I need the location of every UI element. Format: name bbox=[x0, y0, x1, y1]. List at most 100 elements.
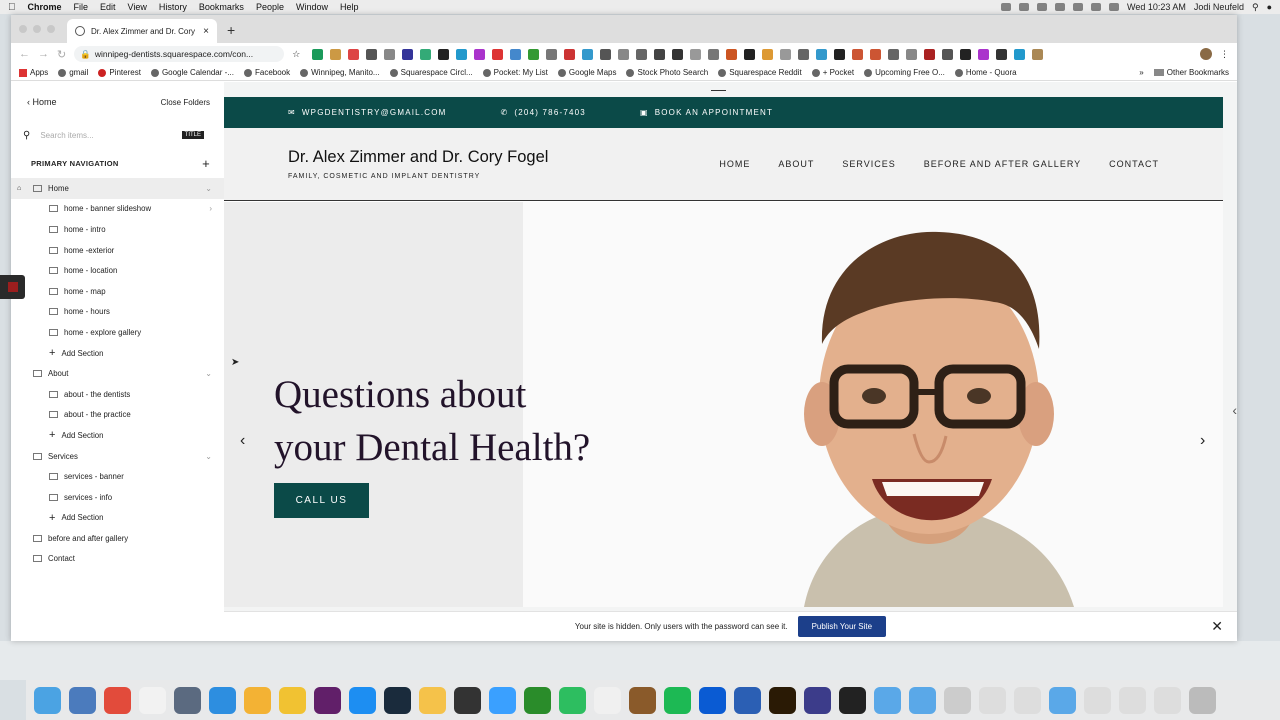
extension-icon[interactable] bbox=[798, 48, 810, 60]
extension-icon[interactable] bbox=[834, 48, 846, 60]
word-dock-icon[interactable] bbox=[734, 686, 761, 714]
extension-icon[interactable] bbox=[996, 48, 1008, 60]
nav-gallery[interactable]: BEFORE AND AFTER GALLERY bbox=[924, 159, 1081, 169]
siri-icon[interactable]: ● bbox=[1267, 2, 1272, 12]
notes-dock-icon[interactable] bbox=[419, 686, 446, 714]
extension-icon[interactable] bbox=[636, 48, 648, 60]
nav-tree-item[interactable]: Contact bbox=[11, 549, 224, 570]
tab-close-icon[interactable]: × bbox=[203, 26, 209, 37]
nav-tree-item[interactable]: before and after gallery bbox=[11, 528, 224, 549]
volume-icon[interactable] bbox=[1109, 3, 1120, 11]
extension-icon[interactable] bbox=[960, 48, 972, 60]
extension-icon[interactable] bbox=[348, 48, 360, 60]
chevron-icon[interactable]: › bbox=[209, 204, 212, 213]
extension-icon[interactable] bbox=[726, 48, 738, 60]
bookmark-winnipeg[interactable]: Winnipeg, Manito... bbox=[300, 68, 380, 77]
back-home-link[interactable]: ‹ Home bbox=[27, 97, 57, 107]
launchpad-dock-icon[interactable] bbox=[174, 686, 201, 714]
menu-bookmarks[interactable]: Bookmarks bbox=[199, 2, 244, 12]
bookmarks-overflow[interactable]: » bbox=[1139, 68, 1143, 77]
add-section-button[interactable]: + Add Section bbox=[11, 508, 224, 529]
folder-dock-icon[interactable] bbox=[909, 686, 936, 714]
extension-icon[interactable] bbox=[924, 48, 936, 60]
help-dock-icon[interactable] bbox=[944, 686, 971, 714]
bookmark-star-icon[interactable]: ☆ bbox=[292, 49, 300, 60]
extension-icon[interactable] bbox=[690, 48, 702, 60]
extension-icon[interactable] bbox=[420, 48, 432, 60]
address-bar[interactable]: 🔒 winnipeg-dentists.squarespace.com/con.… bbox=[74, 46, 285, 62]
call-us-button[interactable]: CALL US bbox=[274, 483, 369, 518]
menu-file[interactable]: File bbox=[74, 2, 89, 12]
extension-icon[interactable] bbox=[672, 48, 684, 60]
nav-tree-item[interactable]: about - the practice bbox=[11, 405, 224, 426]
extension-icon[interactable] bbox=[780, 48, 792, 60]
app-store-dock-icon[interactable] bbox=[349, 686, 376, 714]
nav-services[interactable]: SERVICES bbox=[842, 159, 895, 169]
apple-icon[interactable]:  bbox=[8, 2, 16, 13]
extension-icon[interactable] bbox=[366, 48, 378, 60]
preview-dock-icon[interactable] bbox=[69, 686, 96, 714]
extension-icon[interactable] bbox=[492, 48, 504, 60]
status-tray-icon[interactable] bbox=[1001, 3, 1012, 11]
extension-icon[interactable] bbox=[546, 48, 558, 60]
zoom-window-button[interactable] bbox=[47, 25, 55, 33]
nav-tree-item[interactable]: services - info bbox=[11, 487, 224, 508]
quicktime-dock-icon[interactable] bbox=[384, 686, 411, 714]
other-bookmarks[interactable]: Other Bookmarks bbox=[1153, 68, 1229, 77]
phone-link[interactable]: ✆ (204) 786-7403 bbox=[501, 108, 586, 117]
forward-icon[interactable]: → bbox=[38, 48, 49, 60]
menu-app-name[interactable]: Chrome bbox=[28, 2, 62, 12]
screen-recorder-widget[interactable] bbox=[0, 275, 25, 299]
terminal-dock-icon[interactable] bbox=[839, 686, 866, 714]
pages-dock-icon[interactable] bbox=[594, 686, 621, 714]
norton-dock-icon[interactable] bbox=[279, 686, 306, 714]
nav-contact[interactable]: CONTACT bbox=[1109, 159, 1159, 169]
status-tray-icon[interactable] bbox=[1037, 3, 1048, 11]
nav-tree-item[interactable]: ⌂ Home ⌄ bbox=[11, 178, 224, 199]
chevron-icon[interactable]: ⌄ bbox=[205, 452, 212, 461]
slide-next-arrow[interactable]: › bbox=[1200, 432, 1205, 450]
extension-icon[interactable] bbox=[762, 48, 774, 60]
bookmark-stock-photo[interactable]: Stock Photo Search bbox=[626, 68, 708, 77]
email-link[interactable]: ✉ WPGDENTISTRY@GMAIL.COM bbox=[288, 108, 447, 117]
folder-dock-icon[interactable] bbox=[1049, 686, 1076, 714]
extension-icon[interactable] bbox=[708, 48, 720, 60]
active-tab[interactable]: Dr. Alex Zimmer and Dr. Cory F × bbox=[67, 19, 217, 43]
search-input[interactable]: Search items... bbox=[40, 131, 93, 140]
nav-tree-item[interactable]: home - location bbox=[11, 260, 224, 281]
extension-icon[interactable] bbox=[330, 48, 342, 60]
bookmark-facebook[interactable]: Facebook bbox=[243, 68, 290, 77]
menu-help[interactable]: Help bbox=[340, 2, 359, 12]
close-publish-bar-icon[interactable]: ✕ bbox=[1211, 618, 1223, 635]
dots-dock-icon[interactable] bbox=[1154, 686, 1181, 714]
safari-dock-icon[interactable] bbox=[209, 686, 236, 714]
menu-edit[interactable]: Edit bbox=[100, 2, 116, 12]
finder-dock-icon[interactable] bbox=[34, 686, 61, 714]
menu-window[interactable]: Window bbox=[296, 2, 328, 12]
printer-dock-icon[interactable] bbox=[454, 686, 481, 714]
messages-dock-icon[interactable] bbox=[489, 686, 516, 714]
nav-tree-item[interactable]: home - hours bbox=[11, 302, 224, 323]
bookmark-gmail[interactable]: gmail bbox=[58, 68, 88, 77]
extension-icon[interactable] bbox=[888, 48, 900, 60]
site-brand[interactable]: Dr. Alex Zimmer and Dr. Cory Fogel FAMIL… bbox=[288, 148, 548, 180]
bookmark-upcoming-free[interactable]: Upcoming Free O... bbox=[864, 68, 945, 77]
preview-collapse-chevron-icon[interactable]: ‹ bbox=[1232, 402, 1237, 418]
extension-icon[interactable] bbox=[978, 48, 990, 60]
extension-icon[interactable] bbox=[906, 48, 918, 60]
extension-icon[interactable] bbox=[474, 48, 486, 60]
extension-icon[interactable] bbox=[942, 48, 954, 60]
zip-dock-icon[interactable] bbox=[1084, 686, 1111, 714]
evernote-dock-icon[interactable] bbox=[559, 686, 586, 714]
menu-history[interactable]: History bbox=[159, 2, 187, 12]
bookmark-quora[interactable]: Home - Quora bbox=[954, 68, 1017, 77]
nav-tree-item[interactable]: home - intro bbox=[11, 219, 224, 240]
zip-dock-icon[interactable] bbox=[979, 686, 1006, 714]
bookmark-apps[interactable]: Apps bbox=[19, 68, 48, 77]
chrome-dock-icon[interactable] bbox=[104, 686, 131, 714]
extension-icon[interactable] bbox=[564, 48, 576, 60]
nav-tree-item[interactable]: About ⌄ bbox=[11, 363, 224, 384]
nav-tree-item[interactable]: home -exterior bbox=[11, 240, 224, 261]
nav-tree-item[interactable]: home - banner slideshow › bbox=[11, 199, 224, 220]
nav-about[interactable]: ABOUT bbox=[778, 159, 814, 169]
